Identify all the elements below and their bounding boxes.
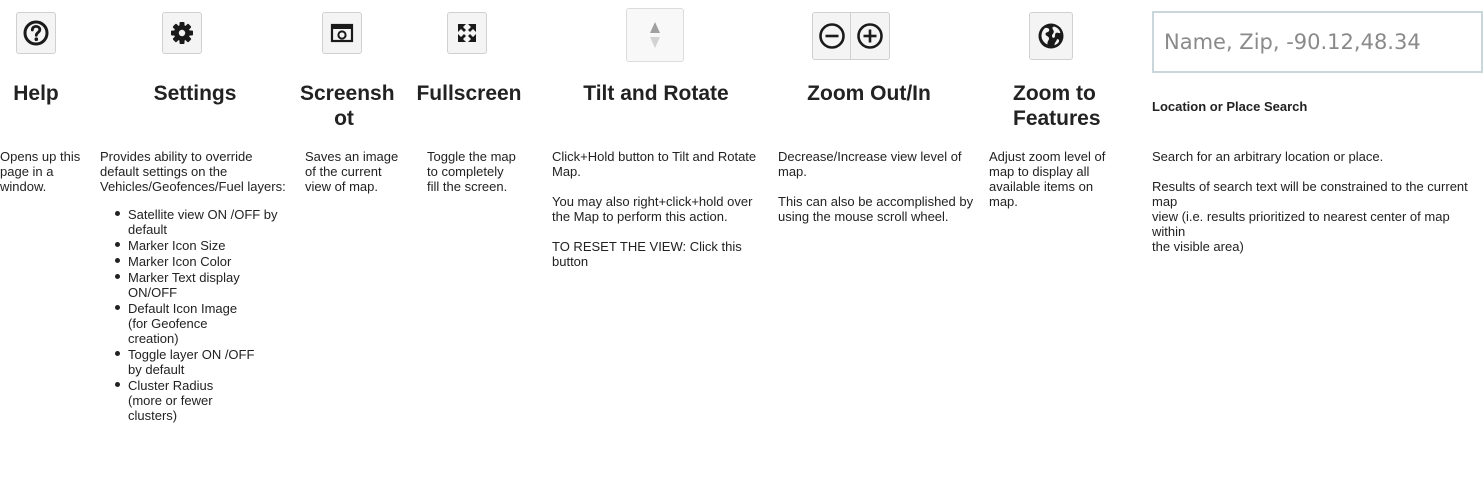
search-title: Location or Place Search: [1152, 99, 1308, 114]
help-button[interactable]: [16, 12, 56, 54]
list-item: Toggle layer ON /OFF by default: [115, 347, 258, 377]
zoom-title: Zoom Out/In: [807, 82, 931, 105]
settings-list: Satellite view ON /OFF by default Marker…: [100, 207, 288, 423]
help-description: Opens up this page in a window.: [0, 149, 81, 194]
tilt-description: Click+Hold button to Tilt and Rotate Map…: [552, 149, 768, 284]
settings-title: Settings: [153, 82, 237, 105]
expand-icon: [458, 24, 476, 42]
screenshot-title-line2: ot: [334, 107, 354, 130]
list-item: Marker Text display ON/OFF: [115, 270, 258, 300]
search-description-2-line1: Results of search text will be constrain…: [1152, 179, 1468, 209]
minus-circle-icon: [818, 23, 845, 49]
camera-icon: [330, 23, 354, 43]
tilt-description-2: You may also right+click+hold over the M…: [552, 194, 753, 224]
fullscreen-title: Fullscreen: [416, 82, 522, 105]
location-search-input[interactable]: [1152, 11, 1483, 73]
search-description: Search for an arbitrary location or plac…: [1152, 149, 1483, 254]
zoom-to-features-description: Adjust zoom level of map to display all …: [989, 149, 1106, 209]
settings-button[interactable]: [162, 12, 202, 54]
zoom-to-features-title: Zoom to Features: [1000, 81, 1128, 131]
screenshot-title-line1: Screensh: [300, 82, 395, 105]
settings-description: Provides ability to override default set…: [100, 149, 292, 424]
screenshot-button[interactable]: [322, 12, 362, 54]
list-item: Default Icon Image (for Geofence creatio…: [115, 301, 248, 346]
search-description-2-line3: the visible area): [1152, 239, 1244, 254]
zoom-in-button[interactable]: [850, 12, 890, 60]
zoom-to-features-title-line2: Features: [1013, 107, 1101, 130]
settings-description-text: Provides ability to override default set…: [100, 149, 286, 194]
tilt-description-3: TO RESET THE VIEW: Click this button: [552, 239, 742, 269]
list-item: Satellite view ON /OFF by default: [115, 207, 288, 237]
gear-icon: [171, 22, 193, 44]
help-title: Help: [13, 82, 59, 105]
tilt-title: Tilt and Rotate: [583, 82, 729, 105]
zoom-to-features-button[interactable]: [1029, 12, 1073, 60]
tilt-description-1: Click+Hold button to Tilt and Rotate Map…: [552, 149, 757, 179]
question-circle-icon: [23, 20, 49, 46]
fullscreen-description: Toggle the map to completely fill the sc…: [427, 149, 516, 194]
screenshot-description: Saves an image of the current view of ma…: [305, 149, 399, 194]
zoom-description-2: This can also be accomplished by using t…: [778, 194, 974, 224]
zoom-out-button[interactable]: [812, 12, 851, 60]
tilt-arrows-icon: [650, 22, 660, 48]
search-description-1: Search for an arbitrary location or plac…: [1152, 149, 1384, 164]
screenshot-title: Screensh ot: [300, 81, 395, 131]
tilt-rotate-button[interactable]: [626, 8, 684, 62]
zoom-description-1: Decrease/Increase view level of map.: [778, 149, 962, 179]
zoom-to-features-title-line1: Zoom to: [1013, 82, 1096, 105]
list-item: Cluster Radius (more or fewer clusters): [115, 378, 238, 423]
list-item: Marker Icon Color: [115, 254, 288, 269]
globe-icon: [1038, 23, 1064, 49]
plus-circle-icon: [857, 23, 883, 49]
search-description-2-line2: view (i.e. results prioritized to neares…: [1152, 209, 1450, 239]
fullscreen-button[interactable]: [447, 12, 487, 54]
zoom-description: Decrease/Increase view level of map. Thi…: [778, 149, 974, 239]
list-item: Marker Icon Size: [115, 238, 288, 253]
